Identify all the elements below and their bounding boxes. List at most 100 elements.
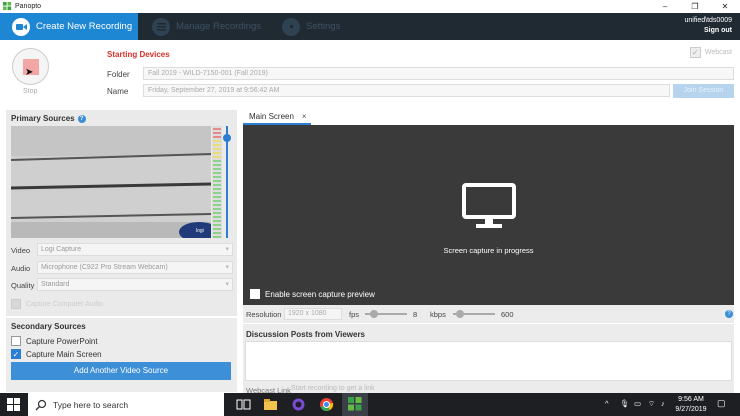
webcam-preview: logi <box>11 126 211 238</box>
capture-powerpoint-checkbox[interactable]: Capture PowerPoint <box>11 336 98 346</box>
battery-icon[interactable]: ▭ <box>634 399 641 416</box>
source-tabs: Main Screen × <box>243 110 734 125</box>
chevron-down-icon: ▾ <box>225 264 229 271</box>
fps-slider-knob[interactable] <box>370 310 378 318</box>
taskbar-clock[interactable]: 9:56 AM 9/27/2019 <box>672 395 710 415</box>
kbps-slider-knob[interactable] <box>456 310 464 318</box>
main-nav: Create New Recording Manage Recordings S… <box>0 13 740 40</box>
video-label: Video <box>11 246 31 255</box>
meter-segment <box>213 232 221 234</box>
quality-select[interactable]: Standard ▾ <box>37 278 233 291</box>
cortana-icon[interactable] <box>291 397 306 412</box>
kbps-slider[interactable] <box>453 310 495 318</box>
windows-start-icon[interactable] <box>7 398 21 412</box>
chevron-down-icon: ▾ <box>225 246 229 253</box>
stop-label: Stop <box>23 88 38 95</box>
meter-segment <box>213 132 221 134</box>
meter-segment <box>213 184 221 186</box>
checkmark-icon: ✓ <box>689 47 701 58</box>
meter-segment <box>213 180 221 182</box>
microphone-icon[interactable]: 🎙 <box>620 399 630 416</box>
panopto-logo-icon <box>348 397 362 411</box>
clock-date: 9/27/2019 <box>675 406 707 413</box>
username: unified\tds0009 <box>684 17 732 24</box>
wifi-icon[interactable]: ⌔ <box>648 399 655 416</box>
speaker-icon[interactable]: ♪ <box>661 399 665 416</box>
video-source-select[interactable]: Logi Capture ▾ <box>37 243 233 256</box>
chevron-up-icon[interactable]: ^ <box>605 399 609 416</box>
webcast-checkbox[interactable]: ✓ Webcast <box>689 47 732 58</box>
meter-segment <box>213 148 221 150</box>
resolution-field[interactable]: 1920 x 1080 <box>284 308 342 320</box>
folder-field[interactable]: Fall 2019 - WILD-7150-001 (Fall 2019) <box>143 67 734 80</box>
primary-sources-title: Primary Sources? <box>11 114 86 123</box>
name-label: Name <box>107 87 129 96</box>
webcast-link-field[interactable]: Start recording to get a link <box>291 385 671 392</box>
close-window-button[interactable]: ✕ <box>710 0 740 13</box>
tab-main-screen[interactable]: Main Screen × <box>243 110 311 125</box>
discussion-posts-list[interactable] <box>245 341 732 381</box>
section-title: Primary Sources <box>11 114 75 123</box>
secondary-sources-title: Secondary Sources <box>11 322 86 331</box>
meter-segment <box>213 212 221 214</box>
tab-manage-recordings[interactable]: Manage Recordings <box>150 13 261 40</box>
volume-slider[interactable] <box>223 126 231 238</box>
capture-status-text: Screen capture in progress <box>443 246 534 255</box>
task-view-icon[interactable] <box>236 397 251 412</box>
list-icon <box>152 17 170 36</box>
windows-taskbar: Type here to search ^ 🎙 ▭ ⌔ ♪ 9:56 AM 9/… <box>0 393 740 416</box>
meter-segment <box>213 192 221 194</box>
fps-slider[interactable] <box>365 310 407 318</box>
audio-label: Audio <box>11 264 31 273</box>
close-tab-icon[interactable]: × <box>302 112 307 121</box>
minimize-button[interactable]: – <box>650 0 680 13</box>
meter-segment <box>213 160 221 162</box>
user-box: unified\tds0009 Sign out <box>685 16 732 36</box>
checkbox-box <box>250 289 260 299</box>
capture-computer-audio-label: Capture Computer Audio <box>26 300 104 308</box>
tab-label: Create New Recording <box>36 21 133 32</box>
recording-status: Starting Devices <box>107 50 170 59</box>
tab-label: Settings <box>306 21 341 32</box>
discussion-panel: Discussion Posts from Viewers Webcast Li… <box>243 324 734 395</box>
search-icon <box>35 399 47 410</box>
window-title: Panopto <box>15 3 42 10</box>
join-session-button[interactable]: Join Session <box>673 84 734 98</box>
sign-out-link[interactable]: Sign out <box>685 26 732 36</box>
meter-segment <box>213 196 221 198</box>
capture-computer-audio-checkbox[interactable]: Capture Computer Audio <box>11 299 103 309</box>
file-explorer-icon[interactable] <box>263 397 278 412</box>
enable-preview-checkbox[interactable]: Enable screen capture preview <box>250 289 375 299</box>
capture-settings-bar: Resolution 1920 x 1080 fps 8 kbps 600 ? <box>243 305 734 323</box>
audio-source-select[interactable]: Microphone (C922 Pro Stream Webcam) ▾ <box>37 261 233 274</box>
tab-create-new-recording[interactable]: Create New Recording <box>0 13 138 40</box>
restore-button[interactable]: ❐ <box>680 0 710 13</box>
notifications-icon[interactable]: ▢ <box>717 398 726 416</box>
monitor-icon <box>462 183 516 228</box>
quality-value: Standard <box>41 281 70 288</box>
help-icon[interactable]: ? <box>77 114 86 123</box>
kbps-value: 600 <box>501 310 514 319</box>
meter-segment <box>213 172 221 174</box>
meter-segment <box>213 200 221 202</box>
checkmark-icon: ✓ <box>11 349 21 359</box>
help-icon[interactable]: ? <box>725 310 733 318</box>
tab-settings[interactable]: Settings <box>280 13 340 40</box>
capture-powerpoint-label: Capture PowerPoint <box>26 336 98 346</box>
quality-label: Quality <box>11 281 35 290</box>
tab-label: Manage Recordings <box>176 21 262 32</box>
chrome-icon[interactable] <box>319 397 334 412</box>
session-name-field[interactable]: Friday, September 27, 2019 at 9:56:42 AM <box>143 84 670 97</box>
volume-slider-knob[interactable] <box>223 134 231 142</box>
discussion-title: Discussion Posts from Viewers <box>246 330 366 339</box>
capture-main-screen-checkbox[interactable]: ✓ Capture Main Screen <box>11 349 102 359</box>
add-another-video-source-button[interactable]: Add Another Video Source <box>11 362 231 380</box>
webcam-brand-label: logi <box>196 228 204 234</box>
taskbar-search-box[interactable]: Type here to search <box>28 393 224 416</box>
enable-preview-label: Enable screen capture preview <box>265 289 375 299</box>
meter-segment <box>213 236 221 238</box>
panopto-taskbar-button[interactable] <box>342 393 368 416</box>
meter-segment <box>213 216 221 218</box>
window-titlebar: Panopto – ❐ ✕ <box>0 0 740 13</box>
chevron-down-icon: ▾ <box>225 281 229 288</box>
